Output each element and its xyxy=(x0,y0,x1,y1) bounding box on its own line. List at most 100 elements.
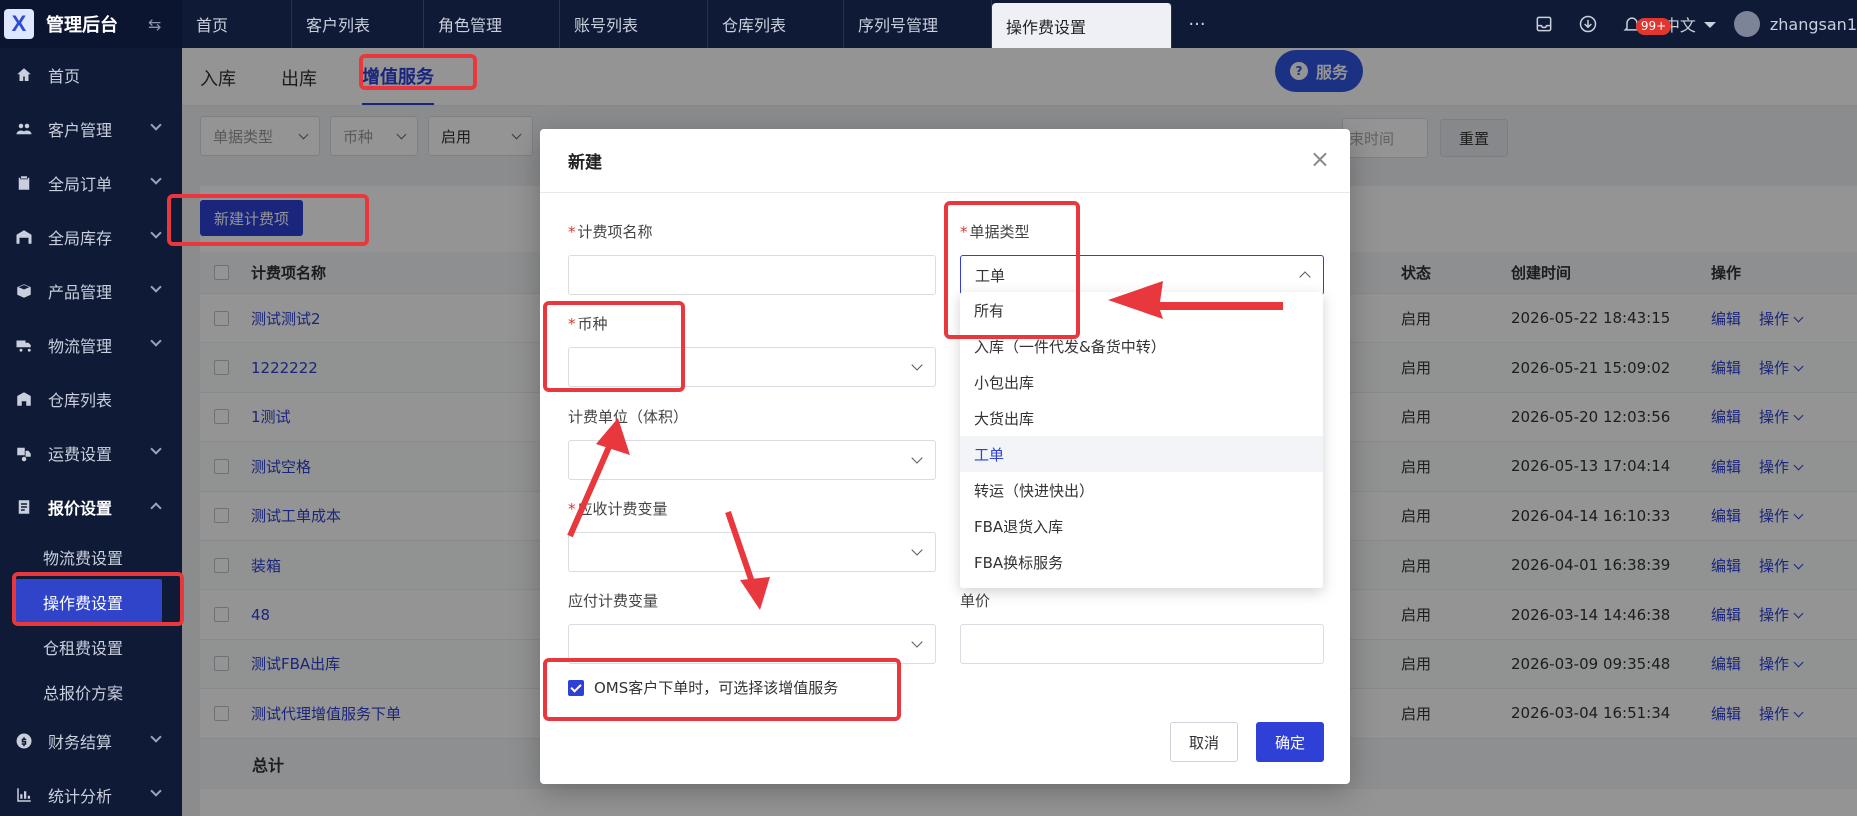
annotation-box xyxy=(12,572,184,626)
notification-bell-icon[interactable]: 99+ xyxy=(1610,14,1672,35)
user-name[interactable]: zhangsan1 xyxy=(1770,15,1857,34)
dropdown-option[interactable]: 转运（快进快出） xyxy=(960,472,1323,508)
modal-title: 新建 xyxy=(540,129,1350,193)
sidebar-item-label: 报价设置 xyxy=(48,499,113,518)
receivable-var-field: * 应收计费变量 xyxy=(568,498,936,572)
chevron-down-icon xyxy=(150,173,162,185)
chevron-up-icon xyxy=(1299,271,1311,283)
brand: X 管理后台 ⇆ xyxy=(0,0,182,48)
payable-var-label: 应付计费变量 xyxy=(568,592,659,610)
app-title: 管理后台 xyxy=(46,15,118,36)
top-tab-1[interactable]: 客户列表 xyxy=(292,0,424,48)
chevron-down-icon xyxy=(911,358,923,371)
chevron-down-icon xyxy=(150,335,162,347)
receivable-var-label: 应收计费变量 xyxy=(577,500,668,518)
chevron-down-icon xyxy=(150,443,162,455)
dropdown-option[interactable]: 工单 xyxy=(960,436,1323,472)
sidebar-item-0[interactable]: 首页 xyxy=(0,48,182,102)
fee-name-input[interactable] xyxy=(568,255,936,295)
box-icon xyxy=(14,281,34,301)
unit-select[interactable] xyxy=(568,440,936,480)
top-tab-6[interactable]: 操作费设置 xyxy=(992,3,1172,48)
sidebar-item-5[interactable]: 物流管理 xyxy=(0,318,182,372)
sidebar-item-label: 财务结算 xyxy=(48,733,113,752)
home-icon xyxy=(14,65,34,85)
required-mark: * xyxy=(568,500,576,518)
building-icon xyxy=(14,389,34,409)
chart-icon xyxy=(14,785,34,805)
dropdown-option[interactable]: FBA换标服务 xyxy=(960,544,1323,580)
sidebar-item-label: 全局订单 xyxy=(48,175,113,194)
unit-price-field: 单价 xyxy=(960,590,1324,664)
chevron-down-icon xyxy=(150,731,162,743)
chevron-down-icon xyxy=(911,451,923,464)
annotation-box xyxy=(543,658,901,721)
sidebar-subitem-2[interactable]: 仓租费设置 xyxy=(0,624,182,669)
sidebar-subitem-3[interactable]: 总报价方案 xyxy=(0,669,182,714)
warehouse-icon xyxy=(14,227,34,247)
sidebar-item-label: 全局库存 xyxy=(48,229,113,248)
annotation-box xyxy=(359,54,477,90)
fee-name-field: * 计费项名称 xyxy=(568,221,936,295)
close-icon[interactable]: × xyxy=(1310,147,1330,171)
sidebar-item-2[interactable]: 全局订单 xyxy=(0,156,182,210)
truck-icon xyxy=(14,335,34,355)
chevron-down-icon xyxy=(150,119,162,131)
confirm-button[interactable]: 确定 xyxy=(1256,722,1324,762)
app-logo: X xyxy=(4,9,34,39)
more-tabs-icon[interactable]: ··· xyxy=(1172,0,1222,48)
unit-field: 计费单位（体积） xyxy=(568,406,936,480)
clipboard-icon xyxy=(14,173,34,193)
download-icon[interactable] xyxy=(1566,14,1610,34)
top-tab-0[interactable]: 首页 xyxy=(182,0,292,48)
unit-label: 计费单位（体积） xyxy=(568,408,689,426)
sidebar-item-7[interactable]: 运费设置 xyxy=(0,426,182,480)
sidebar-item-label: 运费设置 xyxy=(48,445,113,464)
unit-price-label: 单价 xyxy=(960,592,991,610)
top-tab-5[interactable]: 序列号管理 xyxy=(844,0,992,48)
dropdown-option[interactable]: FBA退货入库 xyxy=(960,508,1323,544)
top-tabbar: 首页 客户列表 角色管理 账号列表 仓库列表 序列号管理 操作费设置 ··· 99+ 中文 … xyxy=(182,0,1857,48)
language-select[interactable]: 中文 xyxy=(1664,12,1716,36)
chevron-down-icon xyxy=(150,227,162,239)
notification-badge: 99+ xyxy=(1635,18,1672,35)
sidebar-item-label: 统计分析 xyxy=(48,787,113,806)
chevron-down-icon xyxy=(911,543,923,556)
sidebar-item-label: 客户管理 xyxy=(48,121,113,140)
finance-icon xyxy=(14,731,34,751)
required-mark: * xyxy=(568,223,576,241)
top-tab-3[interactable]: 账号列表 xyxy=(560,0,708,48)
chevron-down-icon xyxy=(150,281,162,293)
sidebar-item-6[interactable]: 仓库列表 xyxy=(0,372,182,426)
receivable-var-select[interactable] xyxy=(568,532,936,572)
sidebar-item-8[interactable]: 报价设置 xyxy=(0,480,182,534)
cancel-button[interactable]: 取消 xyxy=(1170,722,1238,762)
dropdown-option[interactable]: 大货出库 xyxy=(960,400,1323,436)
quote-icon xyxy=(14,497,34,517)
freight-icon xyxy=(14,443,34,463)
sidebar-item-3[interactable]: 全局库存 xyxy=(0,210,182,264)
chevron-down-icon xyxy=(150,785,162,797)
collapse-menu-icon[interactable]: ⇆ xyxy=(148,15,161,34)
sidebar-item-1[interactable]: 客户管理 xyxy=(0,102,182,156)
sidebar-item-label: 产品管理 xyxy=(48,283,113,302)
top-tab-4[interactable]: 仓库列表 xyxy=(708,0,844,48)
sidebar-item-9[interactable]: 财务结算 xyxy=(0,714,182,768)
sidebar-item-label: 首页 xyxy=(48,67,81,86)
sidebar-item-label: 物流管理 xyxy=(48,337,113,356)
sidebar-item-4[interactable]: 产品管理 xyxy=(0,264,182,318)
users-icon xyxy=(14,119,34,139)
unit-price-input[interactable] xyxy=(960,624,1324,664)
sidebar-menu: 首页 客户管理 全局订单 全局库存 产品管理 物流管理 仓库列表 运费设置 报价设置 物流费设置操… xyxy=(0,48,182,816)
sidebar-item-10[interactable]: 统计分析 xyxy=(0,768,182,816)
inbox-icon[interactable] xyxy=(1522,14,1566,34)
annotation-box xyxy=(167,194,369,246)
top-tab-2[interactable]: 角色管理 xyxy=(424,0,560,48)
payable-var-field: 应付计费变量 xyxy=(568,590,936,664)
annotation-box xyxy=(543,301,685,392)
fee-name-label: 计费项名称 xyxy=(577,223,653,241)
annotation-box xyxy=(944,201,1080,339)
avatar[interactable] xyxy=(1733,11,1760,37)
sidebar: X 管理后台 ⇆ 首页客户管理全局订单全局库存产品管理物流管理仓库列表运费设置报… xyxy=(0,0,182,816)
dropdown-option[interactable]: 小包出库 xyxy=(960,364,1323,400)
